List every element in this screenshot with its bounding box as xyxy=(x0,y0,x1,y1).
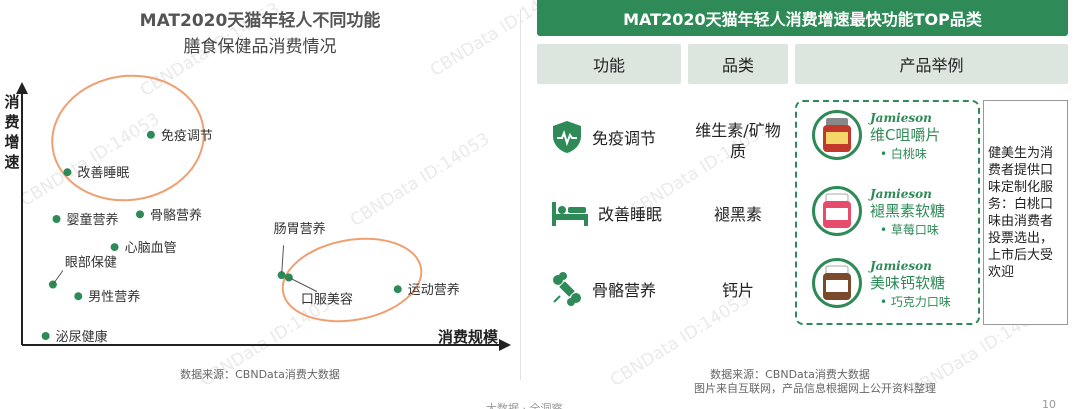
point-label: 改善睡眠 xyxy=(77,165,129,181)
product-name: 美味钙软糖 xyxy=(870,274,946,292)
divider xyxy=(520,10,521,380)
data-point xyxy=(41,332,50,340)
product-name: 褪黑素软糖 xyxy=(870,202,946,220)
col-header-products: 产品举例 xyxy=(795,44,1068,84)
sleep-bed-icon xyxy=(550,196,590,230)
point-label: 男性营养 xyxy=(88,289,140,305)
slide: CBNData ID:14053 CBNData ID:14053 CBNDat… xyxy=(0,0,1080,409)
point-label: 泌尿健康 xyxy=(56,329,108,345)
footer-slogan: 大数据 · 全洞察 xyxy=(486,402,563,409)
product-brand: Jamieson xyxy=(870,111,932,125)
category-cell: 钙片 xyxy=(721,281,754,300)
page-number: 10 xyxy=(1042,398,1056,409)
product-jar-icon xyxy=(812,110,862,160)
point-label: 骨骼营养 xyxy=(150,207,202,223)
product-name: 维C咀嚼片 xyxy=(870,126,941,144)
col-header-function: 功能 xyxy=(537,44,681,84)
point-label: 免疫调节 xyxy=(161,128,213,144)
category-cell: 褪黑素 xyxy=(713,205,762,224)
data-point xyxy=(393,285,402,294)
product-jar-icon xyxy=(812,186,862,236)
function-label: 骨骼营养 xyxy=(592,281,657,300)
data-point xyxy=(63,168,72,177)
product-flavor: • 白桃味 xyxy=(880,147,927,161)
function-row: 骨骼营养 xyxy=(550,272,656,306)
product-brand: Jamieson xyxy=(870,187,932,201)
bone-icon xyxy=(550,272,584,306)
function-label: 免疫调节 xyxy=(592,129,657,148)
product-flavor: • 巧克力口味 xyxy=(880,295,951,309)
product-brand: Jamieson xyxy=(870,259,932,273)
category-cell: 维生素/矿物质 xyxy=(695,121,781,161)
scatter-plot: 免疫调节改善睡眠骨骼营养 婴童营养心脑血管眼部保健男性营养泌尿健康 肠胃营养口服美容… xyxy=(16,74,511,351)
point-label: 心脑血管 xyxy=(125,241,177,256)
label-leader-line xyxy=(288,277,318,292)
x-axis-label: 消费规模 xyxy=(438,328,499,346)
highlight-ellipse xyxy=(281,237,423,323)
point-label: 肠胃营养 xyxy=(274,221,326,237)
note-box: 健美生为消费者提供口味定制化服务：白桃口味由消费者投票选出，上市后大受欢迎 xyxy=(983,100,1068,325)
right-source-line2: 图片来自互联网，产品信息根据网上公开资料整理 xyxy=(694,382,936,395)
function-row: 改善睡眠 xyxy=(550,196,662,230)
left-source: 数据来源：CBNData消费大数据 xyxy=(180,368,340,381)
point-label: 运动营养 xyxy=(408,282,460,298)
point-label: 婴童营养 xyxy=(67,212,119,228)
data-point xyxy=(74,292,83,301)
right-header: MAT2020天猫年轻人消费增速最快功能TOP品类 xyxy=(537,0,1068,36)
data-point xyxy=(146,130,155,139)
product-flavor: • 草莓口味 xyxy=(880,223,939,237)
label-leader-line xyxy=(52,270,64,285)
col-header-category: 品类 xyxy=(688,44,788,84)
label-leader-line xyxy=(281,245,285,276)
data-point xyxy=(52,215,61,223)
function-label: 改善睡眠 xyxy=(598,205,663,224)
product-item: Jamieson 褪黑素软糖 • 草莓口味 xyxy=(812,186,945,239)
product-jar-icon xyxy=(812,258,862,308)
point-label: 口服美容 xyxy=(301,292,353,308)
product-item: Jamieson 维C咀嚼片 • 白桃味 xyxy=(812,110,940,163)
immune-shield-icon xyxy=(550,120,584,154)
data-point xyxy=(110,243,119,252)
point-label: 眼部保健 xyxy=(65,256,117,271)
function-row: 免疫调节 xyxy=(550,120,656,154)
product-item: Jamieson 美味钙软糖 • 巧克力口味 xyxy=(812,258,951,311)
data-point xyxy=(136,210,145,219)
